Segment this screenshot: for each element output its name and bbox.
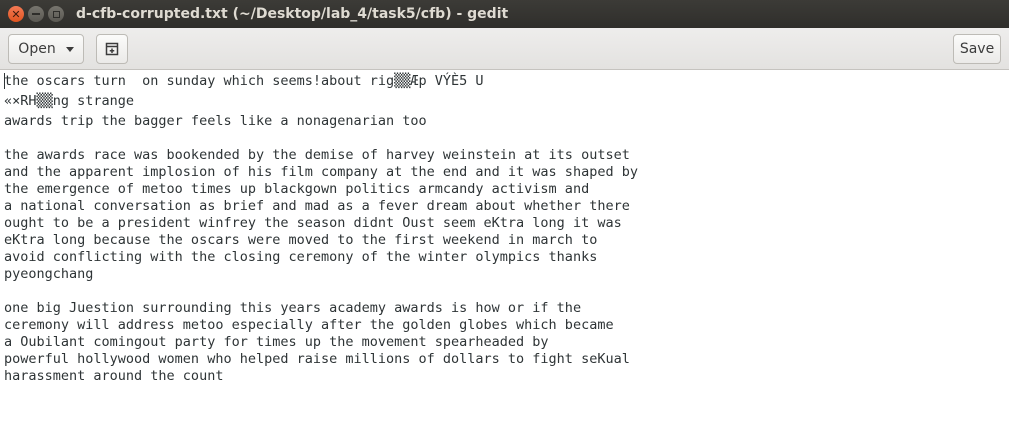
chevron-down-icon: [65, 46, 74, 52]
save-button[interactable]: Save: [953, 34, 1001, 64]
editor-line: avoid conflicting with the closing cerem…: [4, 249, 598, 265]
editor-line: a Oubilant comingout party for times up …: [4, 334, 549, 350]
minimize-glyph: [32, 13, 40, 15]
window-title: d-cfb-corrupted.txt (~/Desktop/lab_4/tas…: [76, 6, 509, 22]
minimize-window-icon[interactable]: [28, 6, 44, 22]
close-glyph: ✕: [11, 7, 21, 21]
editor-line: the emergence of metoo times up blackgow…: [4, 181, 590, 197]
maximize-window-icon[interactable]: [48, 6, 64, 22]
editor-line: harassment around the count: [4, 368, 224, 384]
open-button[interactable]: Open: [8, 34, 84, 64]
new-document-icon: [105, 42, 119, 56]
maximize-glyph: [52, 10, 60, 18]
header-bar: Open Save: [0, 28, 1009, 70]
editor-line: the awards race was bookended by the dem…: [4, 147, 630, 163]
new-document-button[interactable]: [96, 34, 128, 64]
text-editor[interactable]: the oscars turn on sunday which seems!ab…: [0, 71, 1009, 447]
save-button-label: Save: [959, 41, 995, 57]
editor-line: ought to be a president winfrey the seas…: [4, 215, 622, 231]
close-window-icon[interactable]: ✕: [8, 6, 24, 22]
editor-line: eKtra long because the oscars were moved…: [4, 232, 598, 248]
editor-line: the oscars turn on sunday which seems!ab…: [4, 73, 484, 89]
window-controls: ✕: [8, 6, 68, 22]
title-bar: ✕ d-cfb-corrupted.txt (~/Desktop/lab_4/t…: [0, 0, 1009, 28]
editor-line: pyeongchang: [4, 266, 94, 282]
open-button-label: Open: [18, 41, 56, 57]
editor-line: and the apparent implosion of his film c…: [4, 164, 638, 180]
editor-line: a national conversation as brief and mad…: [4, 198, 630, 214]
editor-line: awards trip the bagger feels like a nona…: [4, 113, 427, 129]
editor-line: one big Juestion surrounding this years …: [4, 300, 582, 316]
editor-line: powerful hollywood women who helped rais…: [4, 351, 630, 367]
editor-line: «×RH▒▒ng strange: [4, 93, 135, 109]
editor-line: ceremony will address metoo especially a…: [4, 317, 614, 333]
